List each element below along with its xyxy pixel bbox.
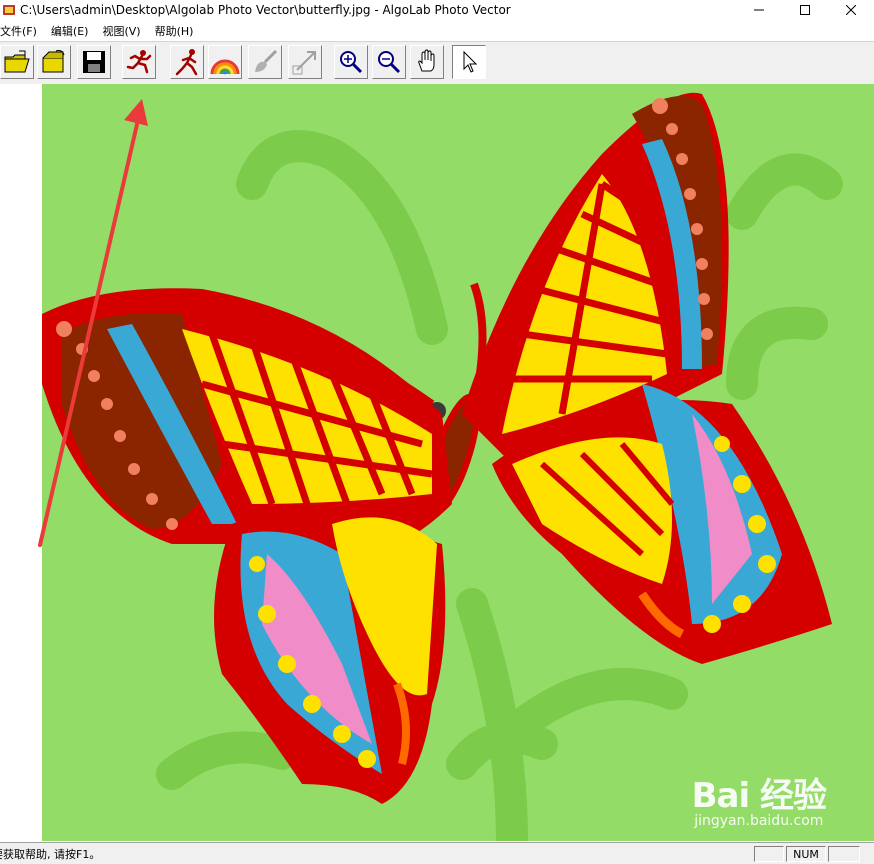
open-file-button[interactable] [37,45,71,79]
save-disk-icon [83,51,105,73]
pointer-select-icon [463,50,478,73]
resize-arrow-icon [292,51,316,75]
vectorize-button[interactable] [122,45,156,79]
zoom-out-icon [378,51,401,74]
run-figure-icon [175,49,198,76]
menu-edit[interactable]: 编辑(E) [44,23,96,39]
minimize-button[interactable] [736,0,782,20]
menu-view[interactable]: 视图(V) [95,23,147,39]
open-file-icon [42,50,65,73]
watermark-url: jingyan.baidu.com [694,813,824,829]
image-canvas[interactable]: Bai 经验 jingyan.baidu.com [42,84,874,841]
title-bar: C:\Users\admin\Desktop\Algolab Photo Vec… [0,0,874,20]
pointer-select-button[interactable] [452,45,486,79]
baidu-watermark: Bai 经验 jingyan.baidu.com [691,768,827,829]
menu-file[interactable]: 文件(F) [0,23,44,39]
run-vectorize-icon [126,50,152,74]
status-help-text: 要获取帮助, 请按F1。 [0,847,101,861]
hand-pan-icon [418,49,435,72]
status-panel-caps [754,846,784,862]
window-controls [736,0,874,20]
brush-button[interactable] [248,45,282,79]
status-bar: 要获取帮助, 请按F1。 NUM [0,842,874,864]
brush-icon [255,49,278,72]
resize-button[interactable] [288,45,322,79]
status-num-indicator: NUM [786,846,826,862]
save-button[interactable] [77,45,111,79]
status-panel-scroll [828,846,860,862]
zoom-in-button[interactable] [334,45,368,79]
run-button[interactable] [170,45,204,79]
color-palette-icon [210,59,240,75]
maximize-button[interactable] [782,0,828,20]
menu-help[interactable]: 帮助(H) [148,23,201,39]
menu-bar: 文件(F) 编辑(E) 视图(V) 帮助(H) [0,22,874,40]
watermark-logo: Bai 经验 [691,776,827,816]
open-folder-icon [4,50,30,73]
close-button[interactable] [828,0,874,20]
window-title: C:\Users\admin\Desktop\Algolab Photo Vec… [20,3,511,17]
canvas-area[interactable]: Bai 经验 jingyan.baidu.com [0,84,874,841]
butterfly-image [42,92,843,841]
toolbar [0,41,874,85]
zoom-out-button[interactable] [372,45,406,79]
palette-button[interactable] [208,45,242,79]
pan-button[interactable] [410,45,444,79]
open-folder-button[interactable] [0,45,34,79]
app-icon [2,3,16,17]
zoom-in-icon [340,51,363,74]
left-upper-wing [42,288,452,549]
